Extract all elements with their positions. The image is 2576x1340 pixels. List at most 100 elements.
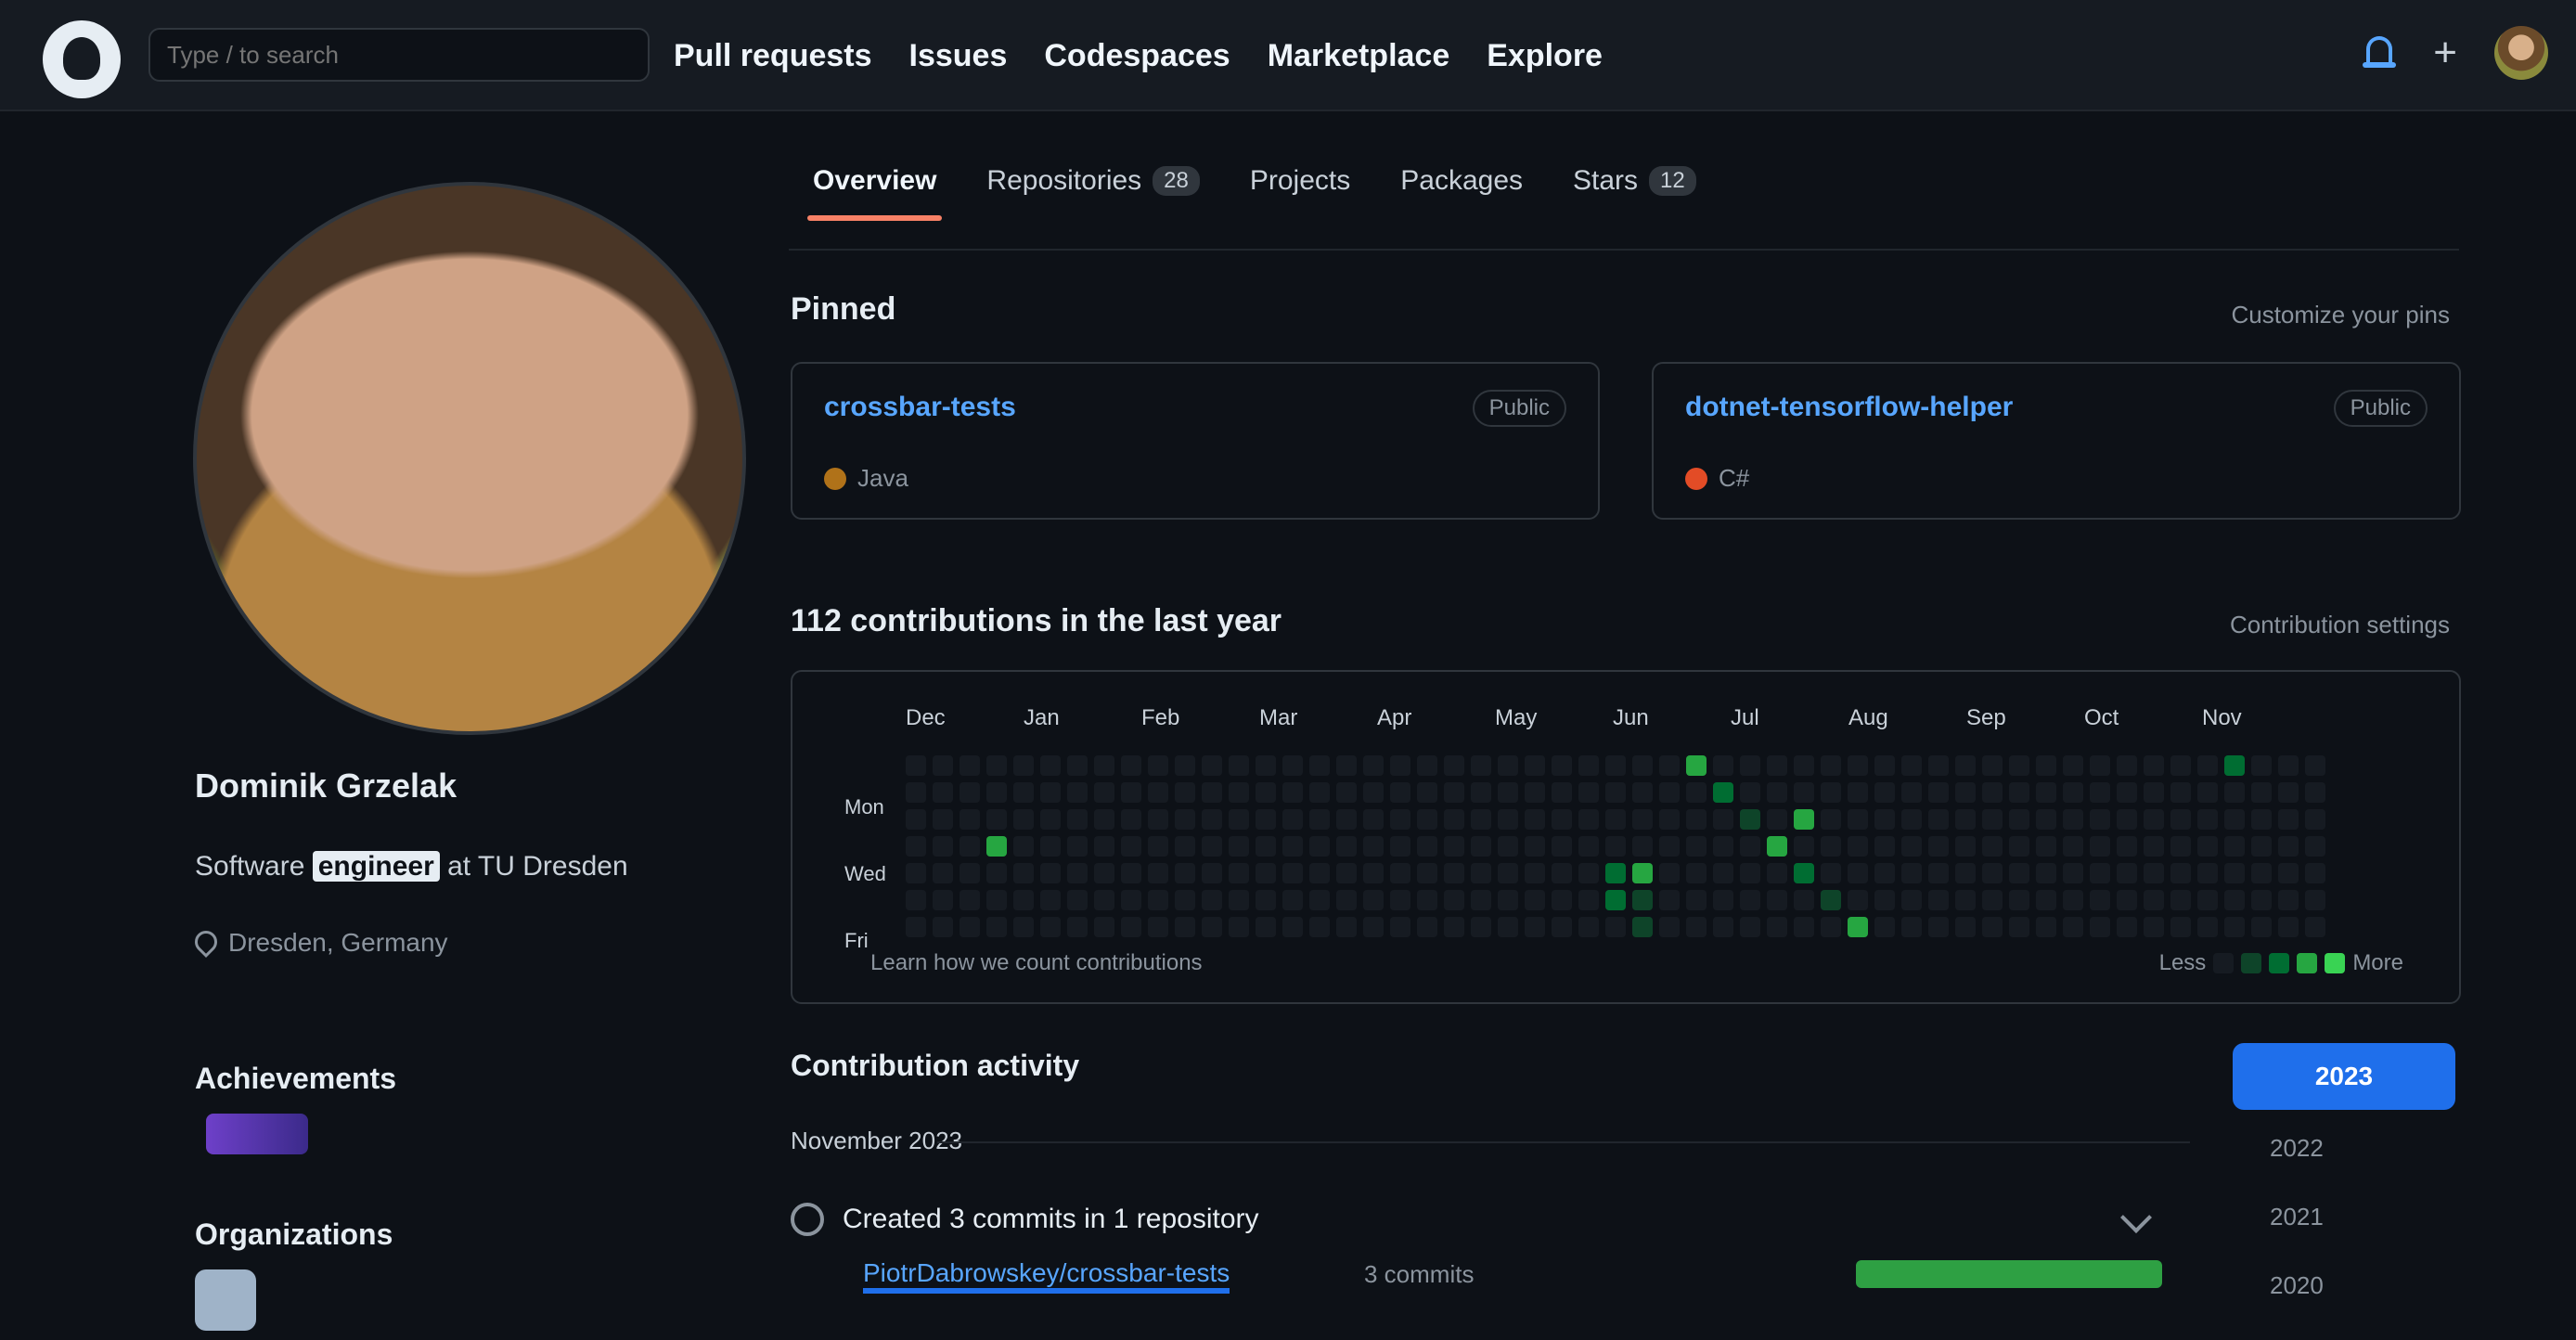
contribution-cell[interactable]	[1417, 917, 1437, 937]
contribution-cell[interactable]	[1363, 782, 1384, 803]
contribution-cell[interactable]	[1040, 755, 1061, 776]
contribution-cell[interactable]	[2117, 890, 2137, 910]
contribution-cell[interactable]	[1040, 782, 1061, 803]
contribution-cell[interactable]	[1390, 863, 1410, 883]
contribution-cell[interactable]	[2036, 809, 2056, 830]
contribution-cell[interactable]	[2009, 917, 2029, 937]
contribution-cell[interactable]	[1605, 890, 1626, 910]
contribution-cell[interactable]	[1282, 782, 1303, 803]
contribution-cell[interactable]	[1955, 755, 1976, 776]
contribution-cell[interactable]	[1821, 890, 1841, 910]
contribution-cell[interactable]	[2197, 863, 2218, 883]
contribution-cell[interactable]	[960, 836, 980, 857]
contribution-cell[interactable]	[2063, 917, 2083, 937]
contribution-cell[interactable]	[1417, 836, 1437, 857]
contribution-cell[interactable]	[1121, 755, 1141, 776]
contribution-cell[interactable]	[1525, 863, 1545, 883]
contribution-cell[interactable]	[1659, 809, 1680, 830]
contribution-cell[interactable]	[1659, 917, 1680, 937]
contribution-cell[interactable]	[1955, 836, 1976, 857]
contribution-cell[interactable]	[1175, 836, 1195, 857]
activity-repo-link[interactable]: PiotrDabrowskey/crossbar-tests	[863, 1258, 1230, 1294]
year-link[interactable]: 2021	[2270, 1203, 2324, 1271]
contribution-cell[interactable]	[2224, 755, 2245, 776]
contribution-cell[interactable]	[1175, 782, 1195, 803]
contribution-cell[interactable]	[1498, 809, 1518, 830]
contribution-cell[interactable]	[2278, 836, 2299, 857]
contribution-cell[interactable]	[2305, 917, 2325, 937]
contribution-cell[interactable]	[906, 890, 926, 910]
nav-marketplace[interactable]: Marketplace	[1268, 33, 1450, 78]
contribution-cell[interactable]	[1094, 890, 1114, 910]
contribution-cell[interactable]	[960, 863, 980, 883]
contribution-cell[interactable]	[1256, 809, 1276, 830]
contribution-cell[interactable]	[2224, 890, 2245, 910]
contribution-cell[interactable]	[1282, 890, 1303, 910]
contribution-cell[interactable]	[1148, 755, 1168, 776]
contribution-cell[interactable]	[1901, 782, 1922, 803]
contribution-cell[interactable]	[2036, 782, 2056, 803]
contribution-cell[interactable]	[1605, 755, 1626, 776]
contribution-cell[interactable]	[1202, 755, 1222, 776]
contribution-cell[interactable]	[1848, 890, 1868, 910]
contribution-cell[interactable]	[1713, 755, 1733, 776]
contribution-cell[interactable]	[1363, 863, 1384, 883]
contribution-cell[interactable]	[906, 863, 926, 883]
contribution-cell[interactable]	[906, 755, 926, 776]
contribution-cell[interactable]	[1713, 863, 1733, 883]
contribution-cell[interactable]	[1713, 836, 1733, 857]
contribution-cell[interactable]	[1121, 836, 1141, 857]
contribution-cell[interactable]	[1121, 782, 1141, 803]
contribution-cell[interactable]	[2144, 782, 2164, 803]
contribution-cell[interactable]	[1094, 836, 1114, 857]
contribution-cell[interactable]	[2117, 863, 2137, 883]
contribution-cell[interactable]	[2278, 890, 2299, 910]
contribution-cell[interactable]	[1632, 863, 1653, 883]
contribution-cell[interactable]	[1390, 809, 1410, 830]
contribution-cell[interactable]	[1525, 755, 1545, 776]
contribution-cell[interactable]	[1336, 917, 1357, 937]
learn-contributions-link[interactable]: Learn how we count contributions	[870, 950, 1203, 976]
contribution-cell[interactable]	[1525, 890, 1545, 910]
contribution-cell[interactable]	[906, 917, 926, 937]
contribution-cell[interactable]	[1794, 836, 1814, 857]
contribution-cell[interactable]	[1175, 755, 1195, 776]
contribution-cell[interactable]	[1363, 917, 1384, 937]
contribution-cell[interactable]	[1982, 890, 2003, 910]
contribution-cell[interactable]	[1552, 917, 1572, 937]
contribution-cell[interactable]	[2009, 755, 2029, 776]
contribution-cell[interactable]	[1417, 809, 1437, 830]
contribution-cell[interactable]	[1282, 917, 1303, 937]
contribution-cell[interactable]	[1578, 917, 1599, 937]
contribution-cell[interactable]	[2305, 890, 2325, 910]
contribution-cell[interactable]	[1309, 755, 1330, 776]
contribution-cell[interactable]	[2090, 917, 2110, 937]
contribution-cell[interactable]	[1148, 863, 1168, 883]
contribution-cell[interactable]	[1794, 755, 1814, 776]
contribution-cell[interactable]	[1471, 890, 1491, 910]
contribution-cell[interactable]	[1363, 809, 1384, 830]
contribution-cell[interactable]	[933, 863, 953, 883]
contribution-cell[interactable]	[2251, 755, 2272, 776]
contribution-cell[interactable]	[1901, 917, 1922, 937]
contribution-cell[interactable]	[1094, 782, 1114, 803]
contribution-cell[interactable]	[1417, 782, 1437, 803]
contribution-cell[interactable]	[906, 836, 926, 857]
contribution-cell[interactable]	[1982, 863, 2003, 883]
contribution-cell[interactable]	[2063, 809, 2083, 830]
contribution-cell[interactable]	[2117, 809, 2137, 830]
contribution-cell[interactable]	[1767, 755, 1787, 776]
contribution-cell[interactable]	[1955, 782, 1976, 803]
contribution-cell[interactable]	[1013, 863, 1034, 883]
contribution-cell[interactable]	[1848, 917, 1868, 937]
contribution-cell[interactable]	[1740, 782, 1760, 803]
contribution-cell[interactable]	[1686, 863, 1707, 883]
customize-pins-link[interactable]: Customize your pins	[2231, 301, 2450, 329]
contribution-cell[interactable]	[1767, 836, 1787, 857]
contribution-cell[interactable]	[1336, 755, 1357, 776]
contribution-cell[interactable]	[1821, 917, 1841, 937]
contribution-cell[interactable]	[1309, 917, 1330, 937]
pinned-repo-name[interactable]: crossbar-tests	[824, 392, 1016, 423]
contribution-cell[interactable]	[1767, 890, 1787, 910]
notification-bell-icon[interactable]	[2363, 34, 2397, 71]
